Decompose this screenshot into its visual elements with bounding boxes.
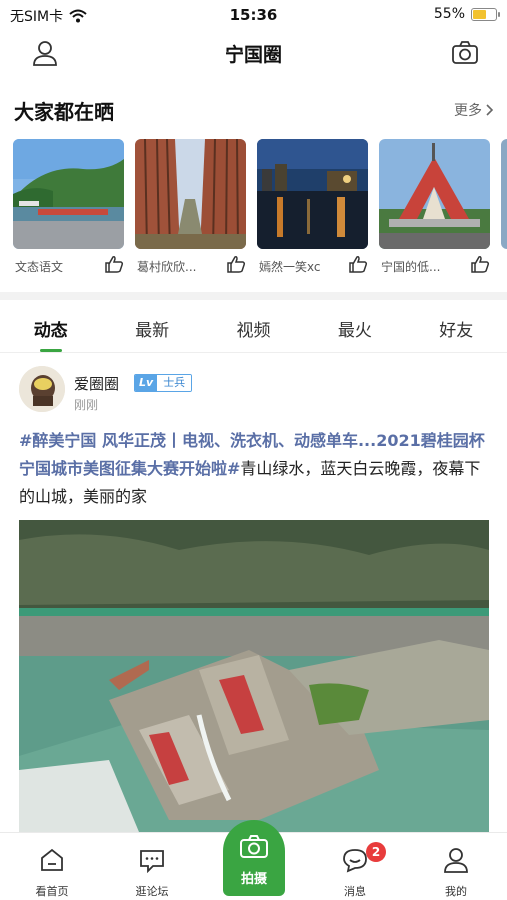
thumbs-up-icon[interactable] [470,255,490,273]
bottom-tab-forum[interactable]: 逛论坛 [122,847,182,899]
rank-badge: Lv 士兵 [134,374,193,392]
bottom-tab-home[interactable]: 看首页 [22,847,82,899]
tab-latest[interactable]: 最新 [101,308,202,352]
shared-item-caption: 葛村欣欣... [137,260,197,274]
camera-icon [240,835,268,858]
page-title: 宁国圈 [224,44,282,66]
shared-item[interactable]: 葛村欣欣... [135,139,246,274]
thumbnail-lake-image[interactable] [13,139,124,249]
tab-hottest[interactable]: 最火 [304,308,405,352]
feed-tabs: 动态 最新 视频 最火 好友 [0,308,507,352]
home-icon [41,848,63,871]
bottom-tab-label: 逛论坛 [135,885,169,898]
shoot-button[interactable]: 拍摄 [223,820,285,896]
unread-badge: 2 [366,842,386,862]
tab-video[interactable]: 视频 [203,308,304,352]
status-bar: 无SIM卡 15:36 55% [0,0,507,30]
shared-thumbnails: 文态语文 葛村欣欣... 嫣然一笑xc 宁国的低... [13,139,507,279]
bottom-tab-label: 消息 [344,885,366,898]
battery-icon [471,7,500,21]
tab-label: 好友 [439,321,474,341]
nav-bar: 宁国圈 [0,32,507,76]
shared-item[interactable]: 嫣然一笑xc [257,139,368,274]
tab-label: 视频 [236,321,271,341]
tab-label: 最新 [135,321,170,341]
shared-item-caption: 宁国的低... [381,260,441,274]
status-right: 55% [433,6,500,22]
tab-label: 动态 [33,321,68,341]
tab-friends[interactable]: 好友 [406,308,507,352]
shoot-label: 拍摄 [240,872,267,887]
avatar[interactable] [19,366,65,412]
chevron-right-icon [486,104,494,116]
shared-item[interactable]: 文态语文 [13,139,124,274]
more-link[interactable]: 更多 [454,100,494,120]
shared-item-caption: 文态语文 [15,260,64,274]
battery-fill [473,9,487,19]
post-text[interactable]: #醉美宁国 风华正茂丨电视、洗衣机、动感单车...2021碧桂园杯宁国城市美图征… [19,427,489,511]
thumbs-up-icon[interactable] [104,255,124,273]
shared-item-partial[interactable] [501,139,507,249]
post-timestamp: 刚刚 [74,398,99,412]
shared-item-caption: 嫣然一笑xc [259,260,321,274]
section-divider [0,292,507,300]
shared-section-title: 大家都在晒 [14,100,114,124]
post-image[interactable] [19,520,489,832]
thumbs-up-icon[interactable] [226,255,246,273]
thumbs-up-icon[interactable] [348,255,368,273]
chat-bubble-icon [140,850,164,874]
rank-name: 士兵 [157,375,192,391]
tabs-divider [0,352,507,353]
tab-dynamic[interactable]: 动态 [0,308,101,352]
camera-icon[interactable] [451,40,479,66]
thumbnail-forest-image[interactable] [135,139,246,249]
bottom-tab-label: 看首页 [35,885,69,898]
tab-label: 最火 [337,321,372,341]
shared-section-header: 大家都在晒 更多 [14,96,494,124]
rank-level: Lv [135,375,158,391]
thumbnail-night-city-image[interactable] [257,139,368,249]
bottom-tab-label: 我的 [445,885,467,898]
shared-item[interactable]: 宁国的低... [379,139,490,274]
bottom-tab-mine[interactable]: 我的 [426,847,486,899]
profile-icon [444,848,468,873]
post-author-name[interactable]: 爱圈圈 [74,373,119,394]
message-icon [343,849,367,873]
battery-percent: 55% [433,6,465,22]
status-time: 15:36 [229,6,278,24]
more-label: 更多 [454,103,482,119]
thumbnail-partial-image[interactable] [501,139,507,249]
thumbnail-monument-image[interactable] [379,139,490,249]
